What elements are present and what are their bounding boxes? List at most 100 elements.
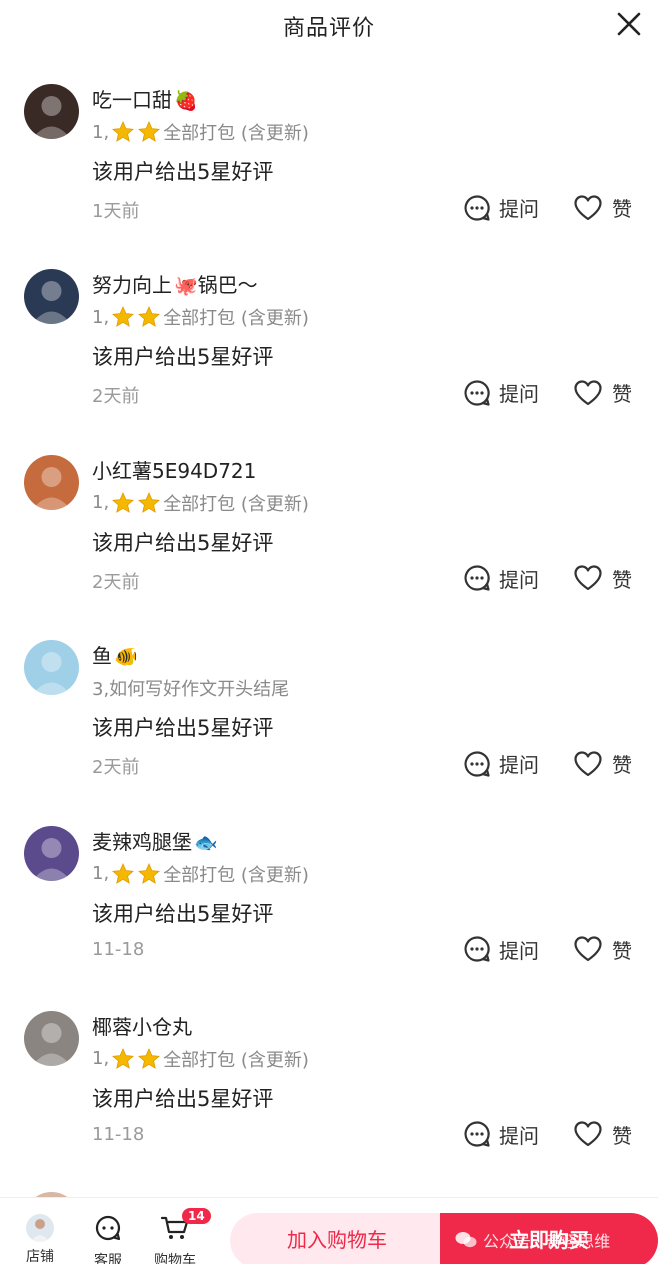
chat-bubble-icon xyxy=(463,379,491,407)
review-list: 吃一口甜 🍓 1, 全部打包 (含更新) 该用户给出5星好评 1天前 提问赞努力向上 🐙锅巴～… xyxy=(0,64,658,1176)
service-label: 客服 xyxy=(94,1253,122,1264)
like-label: 赞 xyxy=(612,382,632,407)
review-content: 该用户给出5星好评 xyxy=(92,716,274,741)
review-username[interactable]: 椰蓉小仓丸 xyxy=(92,1011,194,1040)
like-label: 赞 xyxy=(612,197,632,221)
review-item: 椰蓉小仓丸 1, 全部打包 (含更新) 该用户给出5星好评 11-18 提问 赞 xyxy=(0,991,658,1176)
ask-label: 提问 xyxy=(499,938,539,963)
avatar[interactable] xyxy=(24,269,79,325)
ask-question-button[interactable]: 提问 xyxy=(463,564,539,593)
spec-text: 全部打包 (含更新) xyxy=(163,864,309,886)
username-emoji: 🍓 xyxy=(174,90,198,112)
ask-label: 提问 xyxy=(499,197,539,221)
chat-bubble-icon xyxy=(463,750,491,778)
username-emoji: 🐟 xyxy=(194,831,218,854)
header: 商品评价 xyxy=(0,0,658,52)
cart-tab[interactable]: 14 购物车 xyxy=(150,1208,211,1264)
heart-icon xyxy=(574,565,602,591)
store-tab[interactable]: 店铺 xyxy=(15,1214,65,1264)
purchased-spec: 1, 全部打包 (含更新) xyxy=(92,304,309,330)
review-username[interactable]: 吃一口甜 🍓 xyxy=(92,84,198,113)
bottom-action-bar: 店铺 客服 14 购物车 加入购物车 立即购买 xyxy=(0,1197,658,1264)
like-button[interactable]: 赞 xyxy=(574,749,632,778)
review-content: 该用户给出5星好评 xyxy=(92,1086,274,1111)
like-button[interactable]: 赞 xyxy=(574,564,632,593)
review-item: 努力向上 🐙锅巴～ 1, 全部打包 (含更新) 该用户给出5星好评 2天前 提问 赞 xyxy=(0,249,658,434)
ask-label: 提问 xyxy=(499,382,539,407)
like-button[interactable]: 赞 xyxy=(574,378,632,407)
review-time: 2天前 xyxy=(92,386,140,408)
review-username[interactable]: 鱼 🐠 xyxy=(92,640,138,669)
username-text: 吃一口甜 xyxy=(92,88,172,112)
star-icon xyxy=(111,120,161,144)
spec-prefix: 1, xyxy=(92,492,110,514)
like-label: 赞 xyxy=(612,753,632,778)
review-username[interactable]: 小红薯5E94D721 xyxy=(92,455,258,484)
spec-prefix: 1, xyxy=(92,306,110,328)
avatar[interactable] xyxy=(24,1010,79,1066)
heart-icon xyxy=(574,1121,602,1147)
like-label: 赞 xyxy=(612,1123,632,1148)
heart-icon xyxy=(574,380,602,406)
review-content: 该用户给出5星好评 xyxy=(92,345,274,370)
spec-prefix: 1, xyxy=(92,121,110,143)
store-icon xyxy=(26,1214,54,1242)
username-text: 麦辣鸡腿堡 xyxy=(92,829,192,854)
ask-label: 提问 xyxy=(499,753,539,778)
buy-now-button[interactable]: 立即购买 xyxy=(440,1213,658,1264)
username-text: 鱼 xyxy=(92,644,112,669)
chat-bubble-icon xyxy=(463,1120,491,1148)
username-text: 椰蓉小仓丸 xyxy=(92,1014,192,1039)
customer-service-tab[interactable]: 客服 xyxy=(83,1214,133,1264)
review-item: 麦辣鸡腿堡 🐟 1, 全部打包 (含更新) 该用户给出5星好评 11-18 提问 赞 xyxy=(0,806,658,991)
chat-bubble-icon xyxy=(463,564,491,592)
store-label: 店铺 xyxy=(26,1249,54,1264)
add-to-cart-button[interactable]: 加入购物车 xyxy=(230,1213,444,1264)
like-button[interactable]: 赞 xyxy=(574,193,632,222)
ask-question-button[interactable]: 提问 xyxy=(463,378,539,407)
review-time: 11-18 xyxy=(92,1123,145,1145)
review-content: 该用户给出5星好评 xyxy=(92,901,274,926)
review-time: 2天前 xyxy=(92,757,140,779)
review-item: 鱼 🐠 3,如何写好作文开头结尾 该用户给出5星好评 2天前 提问 赞 xyxy=(0,620,658,805)
chat-bubble-icon xyxy=(463,194,491,222)
spec-text: 全部打包 (含更新) xyxy=(163,123,309,144)
like-button[interactable]: 赞 xyxy=(574,1120,632,1149)
heart-icon xyxy=(574,194,602,221)
purchased-spec: 3,如何写好作文开头结尾 xyxy=(92,675,289,701)
star-icon xyxy=(111,491,161,515)
ask-label: 提问 xyxy=(499,567,539,592)
avatar[interactable] xyxy=(24,84,79,139)
avatar[interactable] xyxy=(24,640,79,696)
spec-text: 全部打包 (含更新) xyxy=(163,493,309,515)
review-username[interactable]: 麦辣鸡腿堡 🐟 xyxy=(92,826,218,855)
review-item: 小红薯5E94D721 1, 全部打包 (含更新) 该用户给出5星好评 2天前 提问 赞 xyxy=(0,435,658,620)
cart-label: 购物车 xyxy=(154,1253,196,1264)
star-icon xyxy=(111,1047,161,1071)
purchased-spec: 1, 全部打包 (含更新) xyxy=(92,1046,309,1072)
ask-question-button[interactable]: 提问 xyxy=(463,1120,539,1149)
close-icon[interactable] xyxy=(616,11,642,37)
review-time: 11-18 xyxy=(92,938,145,960)
spec-text: 全部打包 (含更新) xyxy=(163,1049,309,1071)
username-emoji: 🐙 xyxy=(174,275,198,298)
review-time: 1天前 xyxy=(92,201,140,222)
spec-prefix: 1, xyxy=(92,1048,110,1070)
heart-icon xyxy=(574,751,602,777)
review-content: 该用户给出5星好评 xyxy=(92,160,274,184)
review-username[interactable]: 努力向上 🐙锅巴～ xyxy=(92,269,258,298)
chat-bubble-icon xyxy=(95,1215,121,1241)
ask-question-button[interactable]: 提问 xyxy=(463,935,539,964)
ask-label: 提问 xyxy=(499,1123,539,1148)
purchased-spec: 1, 全部打包 (含更新) xyxy=(92,861,309,887)
review-time: 2天前 xyxy=(92,571,140,593)
avatar[interactable] xyxy=(24,454,79,510)
ask-question-button[interactable]: 提问 xyxy=(463,193,539,222)
avatar[interactable] xyxy=(24,825,79,881)
ask-question-button[interactable]: 提问 xyxy=(463,749,539,778)
purchased-spec: 1, 全部打包 (含更新) xyxy=(92,119,309,145)
spec-text: 全部打包 (含更新) xyxy=(163,308,309,330)
like-button[interactable]: 赞 xyxy=(574,935,632,964)
username-suffix: 锅巴～ xyxy=(197,273,258,298)
cart-count-badge: 14 xyxy=(182,1208,211,1224)
